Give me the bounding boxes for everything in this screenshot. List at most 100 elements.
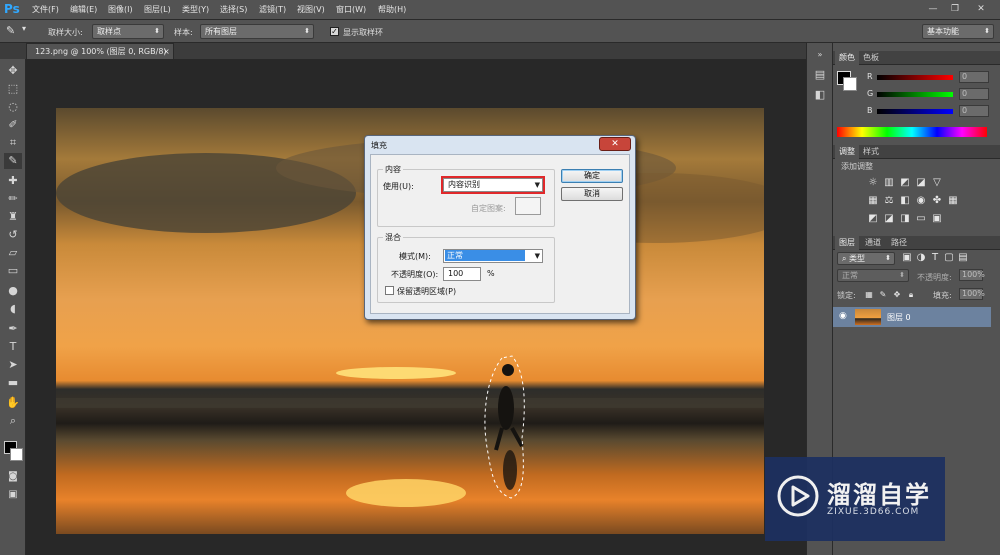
- invert-icon[interactable]: ◩: [867, 213, 879, 225]
- lock-transparent-icon[interactable]: ▦: [863, 289, 875, 301]
- menu-filter[interactable]: 滤镜(T): [259, 4, 286, 15]
- tab-layers[interactable]: 图层: [835, 236, 859, 250]
- use-select[interactable]: 内容识别 ▼: [441, 176, 545, 194]
- pixel-filter-icon[interactable]: ▣: [901, 252, 913, 264]
- pen-tool-icon[interactable]: ✒: [4, 321, 22, 337]
- marquee-tool-icon[interactable]: ⬚: [4, 81, 22, 97]
- close-icon[interactable]: ✕: [599, 137, 631, 151]
- shape-tool-icon[interactable]: ▬: [4, 375, 22, 391]
- quick-mask-icon[interactable]: ◙: [4, 469, 22, 485]
- path-select-tool-icon[interactable]: ➤: [4, 357, 22, 373]
- sample-size-select[interactable]: 取样点 ⬍: [92, 24, 164, 39]
- blend-mode-select[interactable]: 正常 ⬍: [837, 269, 909, 282]
- tab-channels[interactable]: 通道: [861, 236, 885, 250]
- color-lookup-icon[interactable]: ▦: [947, 195, 959, 207]
- exposure-icon[interactable]: ◪: [915, 177, 927, 189]
- dodge-tool-icon[interactable]: ◖: [4, 301, 22, 317]
- smart-object-filter-icon[interactable]: ▤: [957, 252, 969, 264]
- close-icon[interactable]: ✕: [972, 2, 990, 16]
- tab-paths[interactable]: 路径: [887, 236, 911, 250]
- layer-opacity-value[interactable]: 100%: [959, 269, 985, 281]
- background-color-swatch[interactable]: [10, 448, 23, 461]
- eye-icon[interactable]: ◉: [839, 311, 847, 321]
- workspace-select[interactable]: 基本功能 ⬍: [922, 24, 994, 39]
- tab-color[interactable]: 颜色: [835, 51, 859, 65]
- shape-filter-icon[interactable]: ▢: [943, 252, 955, 264]
- tab-swatches[interactable]: 色板: [859, 51, 883, 65]
- preserve-transparency-checkbox[interactable]: [385, 286, 394, 295]
- menu-image[interactable]: 图像(I): [108, 4, 133, 15]
- layer-fill-value[interactable]: 100%: [959, 288, 985, 300]
- lock-position-icon[interactable]: ✥: [891, 289, 903, 301]
- ok-button[interactable]: 确定: [561, 169, 623, 183]
- hue-saturation-icon[interactable]: ▦: [867, 195, 879, 207]
- menu-layer[interactable]: 图层(L): [144, 4, 171, 15]
- layer-filter-select[interactable]: ⌕ 类型 ⬍: [837, 252, 895, 265]
- color-balance-icon[interactable]: ⚖: [883, 195, 895, 207]
- screen-mode-icon[interactable]: ▣: [4, 487, 22, 503]
- color-spectrum-bar[interactable]: [837, 127, 987, 137]
- red-value[interactable]: 0: [959, 71, 989, 83]
- zoom-tool-icon[interactable]: ⌕: [4, 413, 22, 429]
- clone-stamp-tool-icon[interactable]: ♜: [4, 209, 22, 225]
- green-value[interactable]: 0: [959, 88, 989, 100]
- collapse-icon[interactable]: »: [811, 47, 829, 63]
- lock-all-icon[interactable]: 🔒︎: [905, 289, 917, 301]
- black-white-icon[interactable]: ◧: [899, 195, 911, 207]
- cancel-button[interactable]: 取消: [561, 187, 623, 201]
- eyedropper-icon[interactable]: ✎: [6, 24, 15, 37]
- blue-slider[interactable]: [877, 109, 953, 114]
- tab-styles[interactable]: 样式: [859, 145, 883, 159]
- opacity-input[interactable]: 100: [443, 267, 481, 281]
- sample-select[interactable]: 所有图层 ⬍: [200, 24, 314, 39]
- close-icon[interactable]: ×: [163, 44, 170, 59]
- menu-file[interactable]: 文件(F): [32, 4, 59, 15]
- lasso-tool-icon[interactable]: ◌: [4, 99, 22, 115]
- blur-tool-icon[interactable]: ●: [4, 283, 22, 299]
- crop-tool-icon[interactable]: ⌗: [4, 135, 22, 151]
- healing-brush-tool-icon[interactable]: ✚: [4, 173, 22, 189]
- properties-panel-icon[interactable]: ◧: [811, 87, 829, 103]
- vibrance-icon[interactable]: ▽: [931, 177, 943, 189]
- menu-view[interactable]: 视图(V): [297, 4, 325, 15]
- layer-row[interactable]: ◉ 图层 0: [833, 307, 991, 327]
- quick-select-tool-icon[interactable]: ✐: [4, 117, 22, 133]
- minimize-icon[interactable]: —: [924, 2, 942, 16]
- menu-select[interactable]: 选择(S): [220, 4, 247, 15]
- red-slider[interactable]: [877, 75, 953, 80]
- blue-value[interactable]: 0: [959, 105, 989, 117]
- menu-window[interactable]: 窗口(W): [336, 4, 366, 15]
- document-tab[interactable]: 123.png @ 100% (图层 0, RGB/8) ×: [26, 43, 174, 59]
- photo-filter-icon[interactable]: ◉: [915, 195, 927, 207]
- menu-help[interactable]: 帮助(H): [378, 4, 406, 15]
- show-ring-checkbox[interactable]: ✓: [330, 27, 339, 36]
- selective-color-icon[interactable]: ▣: [931, 213, 943, 225]
- type-filter-icon[interactable]: T: [929, 252, 941, 264]
- eraser-tool-icon[interactable]: ▱: [4, 245, 22, 261]
- pattern-swatch[interactable]: [515, 197, 541, 215]
- brush-tool-icon[interactable]: ✏: [4, 191, 22, 207]
- move-tool-icon[interactable]: ✥: [4, 63, 22, 79]
- menu-edit[interactable]: 编辑(E): [70, 4, 97, 15]
- mode-select[interactable]: 正常 ▼: [443, 249, 543, 263]
- history-brush-tool-icon[interactable]: ↺: [4, 227, 22, 243]
- hand-tool-icon[interactable]: ✋: [4, 395, 22, 411]
- lock-pixels-icon[interactable]: ✎: [877, 289, 889, 301]
- brightness-icon[interactable]: ☼: [867, 177, 879, 189]
- restore-icon[interactable]: ❐: [946, 2, 964, 16]
- posterize-icon[interactable]: ◪: [883, 213, 895, 225]
- gradient-map-icon[interactable]: ▭: [915, 213, 927, 225]
- curves-icon[interactable]: ◩: [899, 177, 911, 189]
- menu-type[interactable]: 类型(Y): [182, 4, 209, 15]
- eyedropper-tool-icon[interactable]: ✎: [4, 153, 22, 169]
- levels-icon[interactable]: ▥: [883, 177, 895, 189]
- channel-mixer-icon[interactable]: ✤: [931, 195, 943, 207]
- gradient-tool-icon[interactable]: ▭: [4, 263, 22, 279]
- type-tool-icon[interactable]: T: [4, 339, 22, 355]
- chevron-down-icon[interactable]: ▾: [22, 24, 26, 33]
- tab-adjustments[interactable]: 调整: [835, 145, 859, 159]
- threshold-icon[interactable]: ◨: [899, 213, 911, 225]
- history-panel-icon[interactable]: ▤: [811, 67, 829, 83]
- adjustment-filter-icon[interactable]: ◑: [915, 252, 927, 264]
- green-slider[interactable]: [877, 92, 953, 97]
